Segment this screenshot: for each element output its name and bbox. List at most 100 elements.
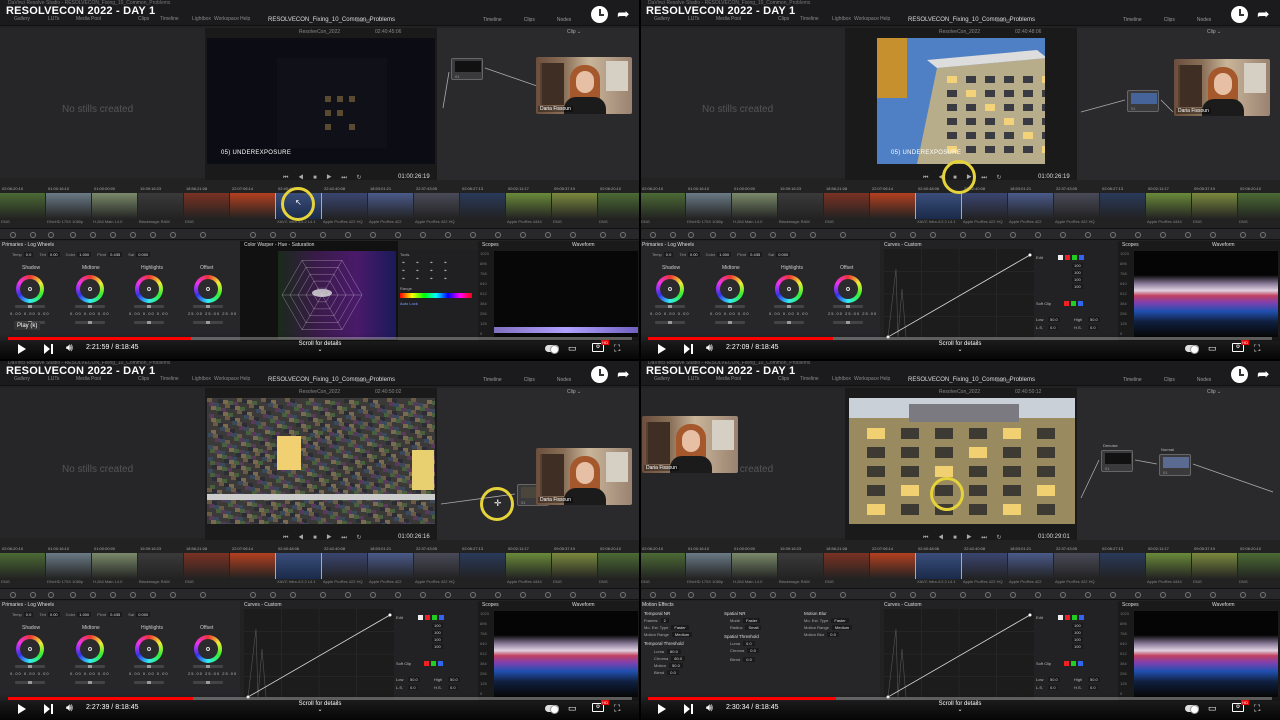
palette-tool-icon[interactable]	[290, 232, 296, 238]
color-wheel-highlights[interactable]	[775, 275, 803, 303]
palette-tool-icon[interactable]	[470, 232, 476, 238]
channel-swatch[interactable]	[1065, 255, 1070, 260]
clip-strip[interactable]	[640, 553, 1280, 579]
row-value[interactable]: 2	[660, 618, 669, 623]
channel-intensity[interactable]: 100	[432, 637, 443, 642]
channel-intensity[interactable]: 100	[1072, 644, 1083, 649]
row-mb-est[interactable]: Mo. Est. Type Faster	[804, 618, 849, 623]
tool-icon[interactable]: ⌖	[430, 260, 433, 266]
channel-intensity[interactable]: 100	[432, 623, 443, 628]
soft-clip-swatch[interactable]	[431, 661, 436, 666]
row-motion-lab[interactable]: Motion 50.0	[654, 663, 683, 668]
viewer-timeline-name[interactable]: ResolveCon_2022	[299, 29, 340, 35]
tool-icon[interactable]: ⌖	[416, 276, 419, 282]
palette-tool-icon[interactable]	[90, 592, 96, 598]
clips-button[interactable]: Clips	[524, 377, 535, 383]
param-value[interactable]: 0.435	[108, 612, 123, 617]
color-wheel-shadow[interactable]	[16, 635, 44, 663]
palette-tool-icon[interactable]	[810, 232, 816, 238]
play-icon[interactable]	[658, 704, 666, 714]
palette-tool-icon[interactable]	[620, 592, 626, 598]
clip-thumbnail[interactable]	[368, 193, 413, 219]
row-value[interactable]: 60.0	[667, 649, 681, 654]
tool-icon[interactable]: ⌖	[402, 268, 405, 274]
palette-tool-icon[interactable]	[48, 232, 54, 238]
clip-strip[interactable]	[0, 193, 640, 219]
row-value[interactable]: Faster	[743, 618, 761, 623]
tab-gallery[interactable]: Gallery	[14, 376, 30, 382]
palette-tool-icon[interactable]	[545, 232, 551, 238]
soft-clip-swatch[interactable]	[1078, 301, 1083, 306]
wheel-slider[interactable]	[75, 665, 105, 668]
wheel-slider[interactable]	[715, 305, 745, 308]
tab-luts[interactable]: LUTs	[688, 376, 699, 382]
curve-plot[interactable]	[884, 609, 1034, 699]
palette-tool-icon[interactable]	[1135, 592, 1141, 598]
wheel-puck[interactable]	[88, 647, 92, 651]
tool-icon[interactable]: ⌖	[402, 276, 405, 282]
wheel-slider[interactable]	[75, 305, 105, 308]
curve-graph[interactable]	[884, 249, 1034, 339]
node-normal[interactable]: 01	[1159, 454, 1191, 476]
captions-icon[interactable]: ▭	[1208, 343, 1217, 354]
clip-strip[interactable]	[0, 553, 640, 579]
palette-tool-icon[interactable]	[650, 232, 656, 238]
palette-tool-icon[interactable]	[1110, 592, 1116, 598]
channel-intensity[interactable]: 100	[1072, 637, 1083, 642]
palette-tool-icon[interactable]	[890, 592, 896, 598]
tab-gallery[interactable]: Gallery	[654, 16, 670, 22]
palette-tool-icon[interactable]	[688, 592, 694, 598]
wheel-master-slider[interactable]	[75, 681, 105, 684]
tab-lightbox[interactable]: Lightbox	[832, 16, 851, 22]
next-icon[interactable]	[684, 704, 694, 714]
palette-tool-icon[interactable]	[750, 232, 756, 238]
channel-swatch[interactable]	[1079, 255, 1084, 260]
palette-tool-icon[interactable]	[200, 592, 206, 598]
clip-thumbnail[interactable]	[275, 553, 322, 579]
palette-tool-icon[interactable]	[890, 232, 896, 238]
clip-thumbnail[interactable]	[870, 553, 915, 579]
row-luma[interactable]: Luma 60.0	[654, 649, 681, 654]
tab-workspace[interactable]: Workspace	[854, 16, 879, 22]
palette-tool-icon[interactable]	[1010, 232, 1016, 238]
palette-tool-icon[interactable]	[1085, 232, 1091, 238]
tab-media-pool[interactable]: Media Pool	[76, 376, 101, 382]
wheel-puck[interactable]	[846, 287, 850, 291]
palette-tool-icon[interactable]	[840, 592, 846, 598]
row-value[interactable]: Faster	[671, 625, 689, 630]
palette-tool-icon[interactable]	[110, 592, 116, 598]
curve-plot[interactable]	[244, 609, 394, 699]
channel-intensity[interactable]: 100	[1072, 623, 1083, 628]
palette-tool-icon[interactable]	[130, 232, 136, 238]
transport-buttons[interactable]: ⏮ ◀ ■ ▶ ⏭ ↻	[283, 534, 366, 542]
color-wheel-highlights[interactable]	[135, 275, 163, 303]
tool-icon[interactable]: ⌖	[402, 260, 405, 266]
param-sat[interactable]: Sat 0.000	[768, 252, 791, 257]
palette-tool-icon[interactable]	[1135, 232, 1141, 238]
wheel-master-slider[interactable]	[833, 321, 863, 324]
clip-thumbnail[interactable]	[184, 193, 229, 219]
param-pivot[interactable]: Pivot 0.435	[97, 612, 123, 617]
palette-tool-icon[interactable]	[810, 592, 816, 598]
palette-tool-icon[interactable]	[650, 592, 656, 598]
clip-thumbnail[interactable]	[1100, 193, 1145, 219]
palette-tool-icon[interactable]	[1260, 232, 1266, 238]
palette-tool-icon[interactable]	[1160, 232, 1166, 238]
palette-tool-icon[interactable]	[570, 232, 576, 238]
wheel-puck[interactable]	[88, 287, 92, 291]
viewer-frame[interactable]	[849, 398, 1075, 524]
progress-bar[interactable]	[648, 697, 1272, 700]
clip-thumbnail[interactable]	[0, 193, 45, 219]
palette-tool-icon[interactable]	[620, 232, 626, 238]
soft-clip-swatch[interactable]	[438, 661, 443, 666]
clip-thumbnail[interactable]	[1192, 553, 1237, 579]
hs-value[interactable]: 0.0	[1088, 685, 1098, 690]
clip-thumbnail[interactable]	[0, 553, 45, 579]
wheel-slider[interactable]	[193, 665, 223, 668]
channel-swatch[interactable]	[425, 615, 430, 620]
clip-thumbnail[interactable]	[1146, 553, 1191, 579]
hs-value[interactable]: 0.0	[448, 685, 458, 690]
row-blend[interactable]: Blend 0.0	[730, 657, 755, 662]
channel-intensity[interactable]: 100	[1072, 270, 1083, 275]
palette-tool-icon[interactable]	[320, 592, 326, 598]
